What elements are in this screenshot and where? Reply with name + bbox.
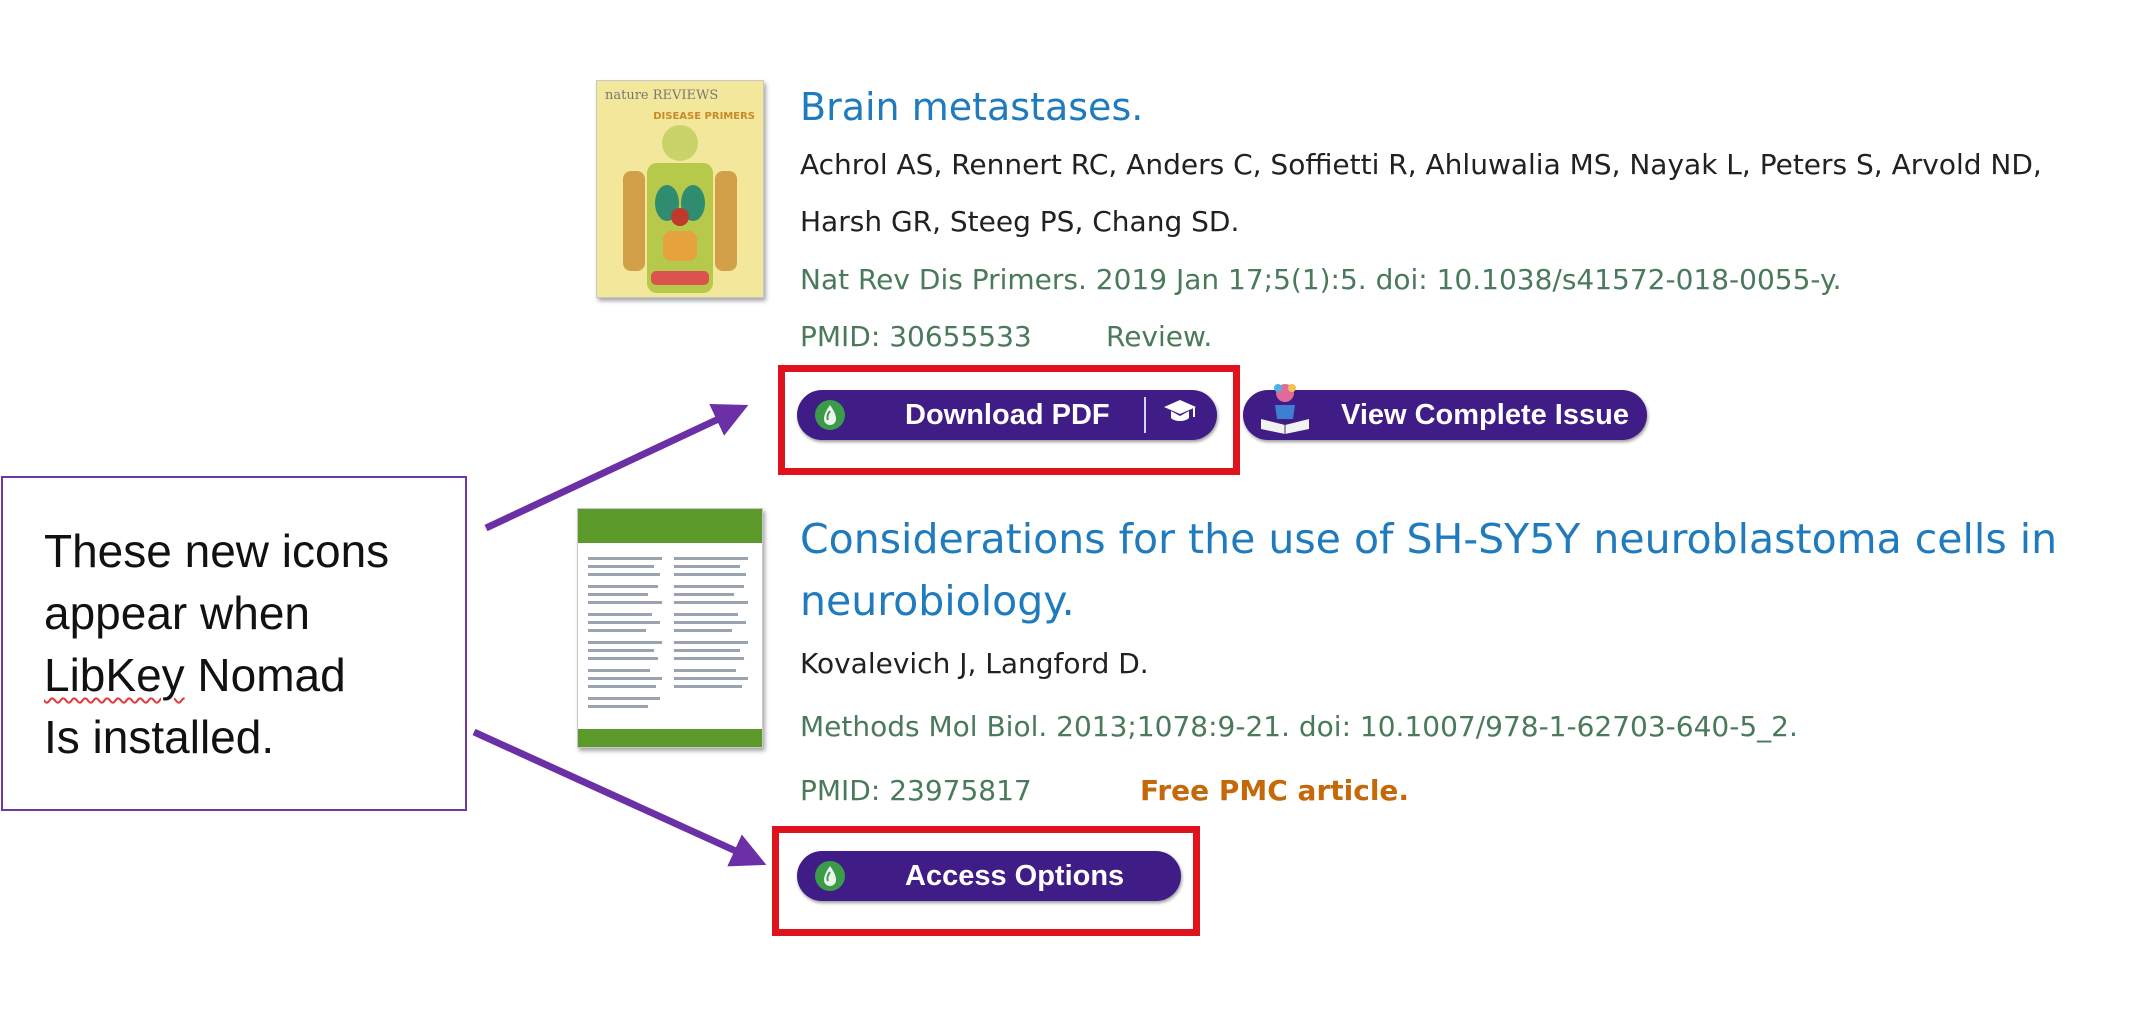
callout-line: LibKey Nomad	[44, 649, 346, 701]
article-authors-continued: Harsh GR, Steeg PS, Chang SD.	[800, 205, 1240, 238]
spellcheck-word: LibKey	[44, 649, 185, 701]
article-pmid: PMID: 23975817	[800, 774, 1032, 807]
journal-cover-thumbnail[interactable]	[577, 508, 763, 748]
article-title-link[interactable]: Brain metastases.	[800, 81, 1143, 133]
cover-brand: nature REVIEWS	[605, 88, 719, 103]
callout-line: appear when	[44, 587, 310, 639]
view-complete-issue-button[interactable]: View Complete Issue	[1243, 384, 1647, 440]
article-authors: Kovalevich J, Langford D.	[800, 647, 1149, 680]
free-pmc-article-link[interactable]: Free PMC article.	[1140, 771, 1409, 811]
download-pdf-label: Download PDF	[905, 398, 1110, 431]
journal-cover-thumbnail[interactable]: nature REVIEWS DISEASE PRIMERS	[596, 80, 764, 298]
callout-text: These new icons appear when LibKey Nomad…	[44, 520, 444, 768]
cover-table-of-contents	[588, 557, 748, 708]
callout-line: Is installed.	[44, 711, 275, 763]
book-reader-icon	[1257, 379, 1313, 435]
arrow-to-access-options	[472, 728, 767, 867]
article-authors: Achrol AS, Rennert RC, Anders C, Soffiet…	[800, 148, 2042, 181]
button-divider	[1143, 397, 1146, 433]
cover-bottom-band	[578, 729, 762, 747]
download-pdf-button[interactable]: Download PDF	[797, 390, 1217, 440]
article-pmid: PMID: 30655533	[800, 320, 1032, 353]
libkey-drop-icon	[815, 400, 845, 430]
access-options-button[interactable]: Access Options	[797, 851, 1181, 901]
callout-line: These new icons	[44, 525, 390, 577]
article-citation: Nat Rev Dis Primers. 2019 Jan 17;5(1):5.…	[800, 263, 1842, 296]
graduation-cap-icon[interactable]	[1162, 396, 1198, 434]
libkey-drop-icon	[815, 861, 845, 891]
view-complete-issue-label: View Complete Issue	[1341, 398, 1629, 431]
article-citation: Methods Mol Biol. 2013;1078:9-21. doi: 1…	[800, 710, 1798, 743]
article-type: Review.	[1106, 320, 1213, 353]
access-options-label: Access Options	[905, 859, 1125, 892]
cover-figure-illustration	[623, 125, 737, 293]
cover-top-band	[578, 509, 762, 543]
article-title-link[interactable]: Considerations for the use of SH-SY5Y ne…	[800, 508, 2130, 632]
